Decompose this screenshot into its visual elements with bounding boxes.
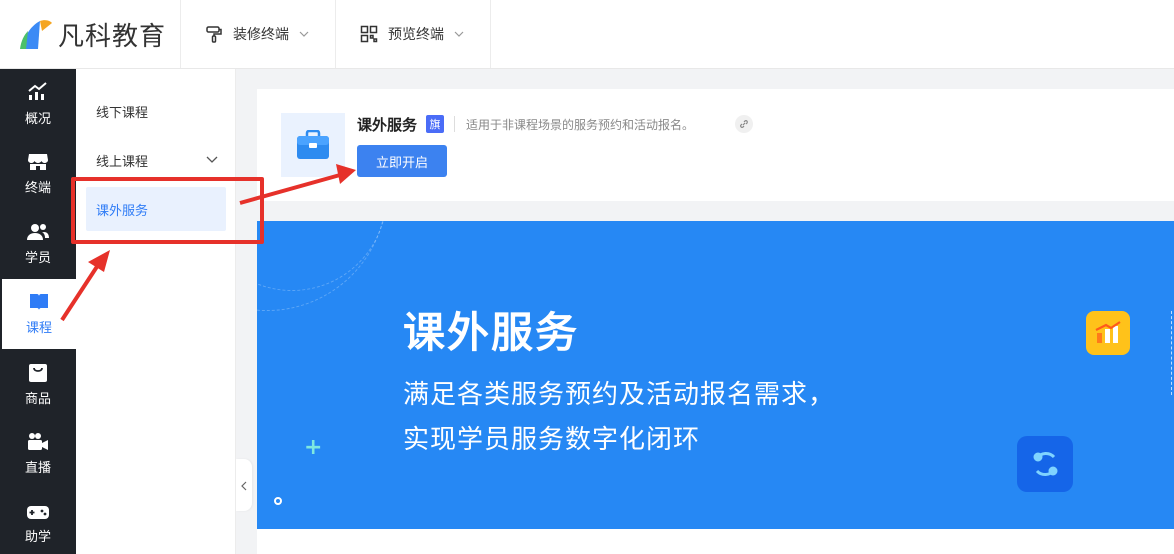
decorate-terminal-menu[interactable]: 装修终端	[181, 0, 336, 68]
nav-item-live[interactable]: 直播	[0, 419, 76, 489]
banner-subtitle-line1: 满足各类服务预约及活动报名需求，	[403, 380, 836, 410]
nav-label: 终端	[24, 180, 51, 196]
chevron-down-icon	[454, 31, 464, 37]
service-description: 适用于非课程场景的服务预约和活动报名。	[466, 118, 695, 132]
chevron-down-icon	[299, 31, 309, 37]
nav-label: 课程	[25, 320, 52, 336]
nav-label: 直播	[24, 460, 51, 476]
subnav-label: 线下课程	[96, 105, 149, 121]
chart-icon	[27, 81, 49, 102]
chevron-left-icon	[241, 476, 247, 495]
bag-icon	[29, 362, 47, 382]
decorate-terminal-label: 装修终端	[233, 27, 289, 43]
preview-terminal-menu[interactable]: 预览终端	[336, 0, 491, 68]
nav-item-study-aid[interactable]: 助学	[0, 489, 76, 554]
subnav-offline-course[interactable]: 线下课程	[86, 89, 226, 133]
nav-label: 概况	[24, 111, 51, 127]
nav-label: 助学	[24, 529, 51, 545]
chevron-down-icon	[206, 153, 218, 168]
subnav-online-course[interactable]: 线上课程	[86, 138, 226, 182]
video-camera-icon	[27, 432, 49, 451]
subnav-label: 线上课程	[96, 154, 149, 170]
qr-code-icon	[360, 25, 378, 43]
main-sidebar: 概况 终端 学员 课程 商品 直播 助学	[0, 69, 76, 554]
store-icon	[28, 153, 48, 171]
nav-item-students[interactable]: 学员	[0, 209, 76, 279]
brand-logo[interactable]: 凡科教育	[0, 0, 181, 68]
course-subnav: 线下课程 线上课程 课外服务	[76, 69, 236, 554]
nav-item-terminal[interactable]: 终端	[0, 139, 76, 209]
nav-item-course[interactable]: 课程	[2, 279, 76, 349]
enable-now-button[interactable]: 立即开启	[357, 145, 447, 177]
users-icon	[27, 223, 49, 241]
link-icon[interactable]	[735, 115, 753, 133]
content-bottom	[257, 529, 1174, 554]
bar-chart-icon	[1086, 311, 1130, 355]
flagship-badge: 旗	[426, 115, 444, 133]
nav-item-overview[interactable]: 概况	[0, 69, 76, 139]
dot-decoration	[274, 497, 282, 505]
refresh-cycle-icon	[1017, 436, 1073, 492]
collapse-sidebar-button[interactable]	[236, 459, 252, 511]
promo-banner: 课外服务 满足各类服务预约及活动报名需求， 实现学员服务数字化闭环 +	[257, 221, 1174, 529]
brand-name: 凡科教育	[58, 21, 167, 52]
nav-label: 学员	[24, 250, 51, 266]
service-title: 课外服务	[357, 116, 418, 134]
book-icon	[29, 293, 49, 311]
gamepad-icon	[27, 504, 49, 520]
paint-roller-icon	[205, 25, 223, 43]
plus-decoration: +	[304, 435, 323, 460]
nav-label: 商品	[24, 391, 51, 407]
preview-terminal-label: 预览终端	[388, 27, 444, 43]
toolbox-icon	[281, 113, 345, 177]
banner-subtitle-line2: 实现学员服务数字化闭环	[403, 425, 701, 455]
nav-item-goods[interactable]: 商品	[0, 349, 76, 419]
divider	[454, 116, 455, 132]
top-bar: 凡科教育 装修终端 预览终端	[0, 0, 1174, 69]
highlight-box	[71, 177, 264, 244]
decor-circle	[257, 221, 387, 311]
banner-title: 课外服务	[403, 308, 580, 357]
service-header-card: 课外服务 旗 适用于非课程场景的服务预约和活动报名。 立即开启	[257, 89, 1174, 201]
logo-icon	[18, 17, 54, 51]
